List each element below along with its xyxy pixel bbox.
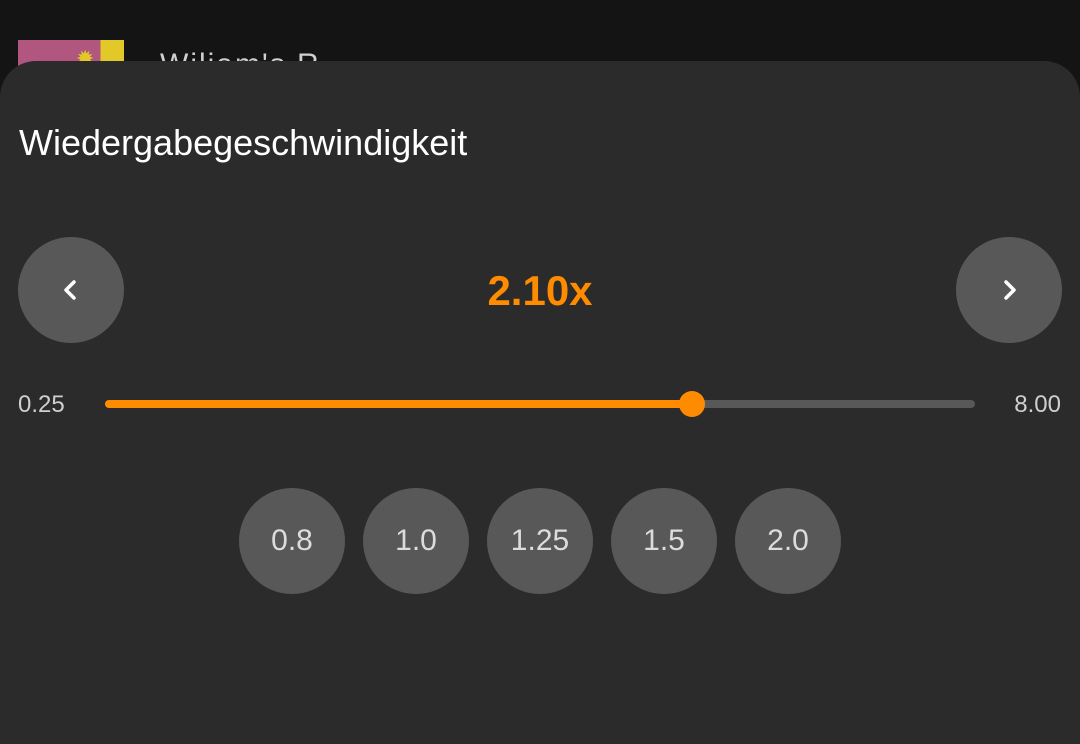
speed-slider[interactable]	[105, 381, 975, 427]
chevron-right-icon	[1004, 280, 1016, 300]
decrease-speed-button[interactable]	[18, 237, 124, 343]
preset-button-1-25[interactable]: 1.25	[487, 488, 593, 594]
sheet-title: Wiedergabegeschwindigkeit	[19, 122, 468, 163]
playback-speed-sheet: Wiedergabegeschwindigkeit 2.10x 0.25 8.0…	[0, 61, 1080, 744]
speed-value: 2.10x	[487, 267, 593, 314]
preset-speed-group: 0.8 1.0 1.25 1.5 2.0	[239, 488, 841, 594]
preset-button-0-8[interactable]: 0.8	[239, 488, 345, 594]
slider-fill	[105, 400, 693, 408]
increase-speed-button[interactable]	[956, 237, 1062, 343]
slider-max-label: 8.00	[1014, 391, 1061, 418]
preset-button-1-5[interactable]: 1.5	[611, 488, 717, 594]
preset-button-2-0[interactable]: 2.0	[735, 488, 841, 594]
slider-thumb[interactable]	[679, 391, 706, 417]
preset-button-1-0[interactable]: 1.0	[363, 488, 469, 594]
chevron-left-icon	[64, 280, 76, 300]
slider-min-label: 0.25	[18, 391, 65, 418]
